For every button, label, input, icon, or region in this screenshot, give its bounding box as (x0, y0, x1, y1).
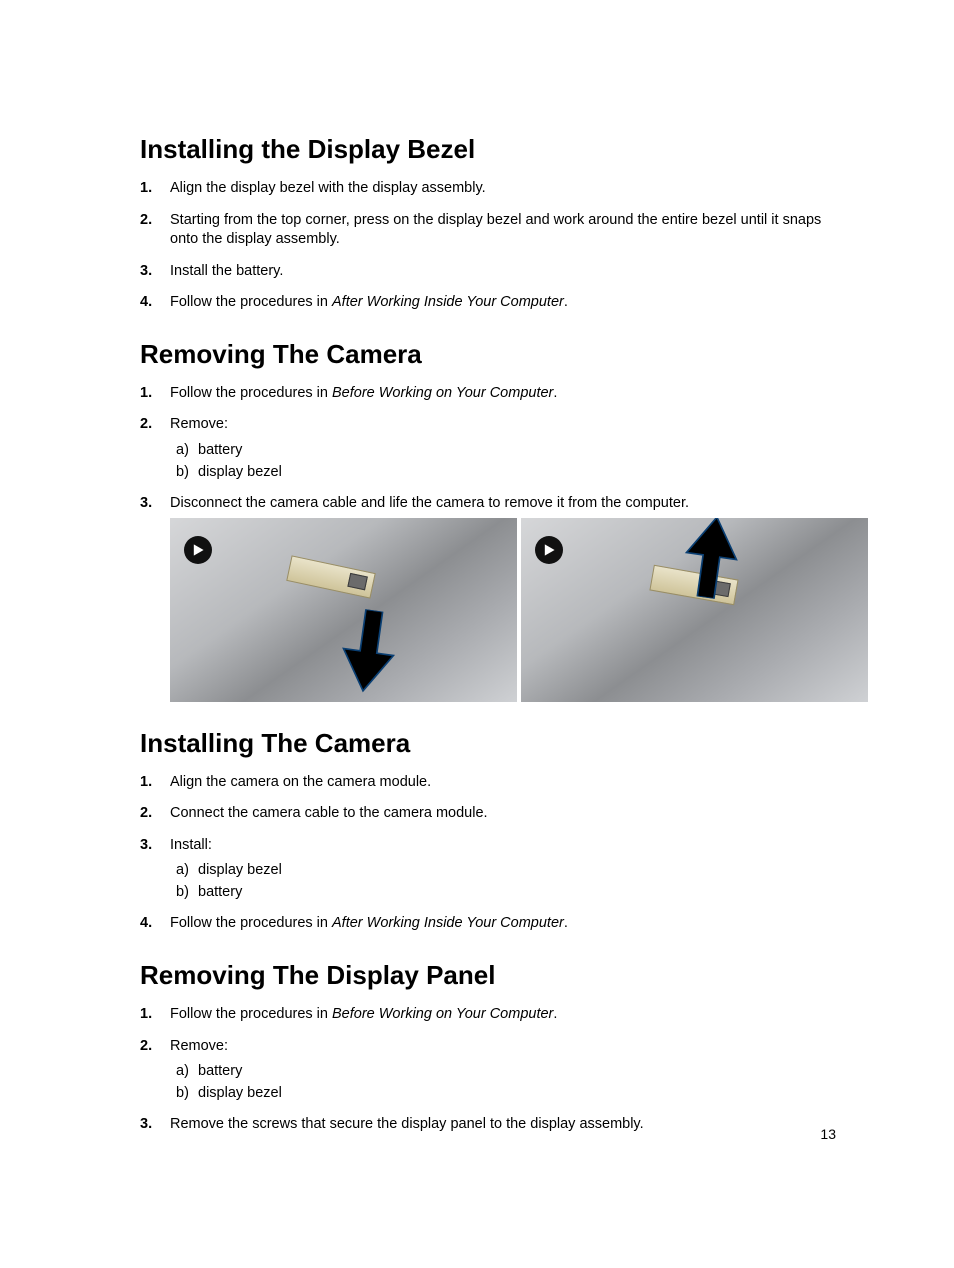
substep-list: a)display bezel b)battery (170, 861, 840, 902)
step-prefix: Follow the procedures in (170, 915, 332, 931)
step-prefix: Follow the procedures in (170, 1006, 332, 1022)
step-suffix: . (553, 1006, 557, 1022)
section-title: Removing The Camera (140, 339, 840, 370)
step-item: Align the camera on the camera module. (140, 773, 840, 793)
substep-text: display bezel (198, 1085, 282, 1101)
step-list: Follow the procedures in Before Working … (140, 1005, 840, 1135)
substep-item: a)display bezel (176, 861, 840, 881)
step-text: Install the battery. (170, 263, 283, 279)
substep-text: battery (198, 1063, 242, 1079)
step-list: Align the display bezel with the display… (140, 179, 840, 313)
figure-pane-2 (521, 518, 868, 702)
step-suffix: . (553, 385, 557, 401)
reference-link: After Working Inside Your Computer (332, 294, 564, 310)
substep-label: a) (176, 861, 198, 881)
substep-item: a)battery (176, 441, 840, 461)
section-title: Installing The Camera (140, 728, 840, 759)
substep-text: display bezel (198, 464, 282, 480)
callout-badge-icon (535, 536, 563, 564)
camera-module-graphic (286, 555, 376, 598)
substep-label: a) (176, 1062, 198, 1082)
substep-item: b)display bezel (176, 463, 840, 483)
substep-label: b) (176, 883, 198, 903)
page-number: 13 (820, 1126, 836, 1142)
substep-item: b)display bezel (176, 1084, 840, 1104)
step-item: Follow the procedures in After Working I… (140, 293, 840, 313)
section-title: Installing the Display Bezel (140, 134, 840, 165)
step-suffix: . (564, 915, 568, 931)
step-text: Remove the screws that secure the displa… (170, 1116, 644, 1132)
step-list: Align the camera on the camera module. C… (140, 773, 840, 934)
substep-item: b)battery (176, 883, 840, 903)
substep-label: a) (176, 441, 198, 461)
step-item: Follow the procedures in Before Working … (140, 384, 840, 404)
callout-badge-icon (184, 536, 212, 564)
substep-list: a)battery b)display bezel (170, 1062, 840, 1103)
substep-list: a)battery b)display bezel (170, 441, 840, 482)
step-suffix: . (564, 294, 568, 310)
arrow-down-icon (334, 606, 402, 701)
substep-label: b) (176, 1084, 198, 1104)
step-prefix: Follow the procedures in (170, 385, 332, 401)
reference-link: After Working Inside Your Computer (332, 915, 564, 931)
step-list: Follow the procedures in Before Working … (140, 384, 840, 702)
step-item: Remove: a)battery b)display bezel (140, 415, 840, 482)
section-title: Removing The Display Panel (140, 960, 840, 991)
step-item: Install the battery. (140, 262, 840, 282)
step-text: Starting from the top corner, press on t… (170, 212, 821, 248)
figure-pane-1 (170, 518, 517, 702)
step-text: Connect the camera cable to the camera m… (170, 805, 488, 821)
figure (170, 518, 868, 702)
substep-label: b) (176, 463, 198, 483)
step-item: Follow the procedures in After Working I… (140, 914, 840, 934)
step-item: Connect the camera cable to the camera m… (140, 804, 840, 824)
step-item: Align the display bezel with the display… (140, 179, 840, 199)
reference-link: Before Working on Your Computer (332, 385, 553, 401)
step-text: Align the display bezel with the display… (170, 180, 486, 196)
step-item: Follow the procedures in Before Working … (140, 1005, 840, 1025)
step-text: Align the camera on the camera module. (170, 774, 431, 790)
substep-item: a)battery (176, 1062, 840, 1082)
step-prefix: Follow the procedures in (170, 294, 332, 310)
step-item: Starting from the top corner, press on t… (140, 211, 840, 250)
substep-text: battery (198, 442, 242, 458)
step-item: Remove the screws that secure the displa… (140, 1115, 840, 1135)
reference-link: Before Working on Your Computer (332, 1006, 553, 1022)
substep-text: display bezel (198, 862, 282, 878)
step-text: Install: (170, 837, 212, 853)
step-item: Disconnect the camera cable and life the… (140, 494, 840, 702)
step-item: Install: a)display bezel b)battery (140, 836, 840, 903)
step-text: Remove: (170, 416, 228, 432)
step-text: Disconnect the camera cable and life the… (170, 495, 689, 511)
step-item: Remove: a)battery b)display bezel (140, 1037, 840, 1104)
camera-chip-graphic (347, 573, 368, 590)
page-content: Installing the Display Bezel Align the d… (140, 134, 840, 1147)
substep-text: battery (198, 884, 242, 900)
step-text: Remove: (170, 1038, 228, 1054)
